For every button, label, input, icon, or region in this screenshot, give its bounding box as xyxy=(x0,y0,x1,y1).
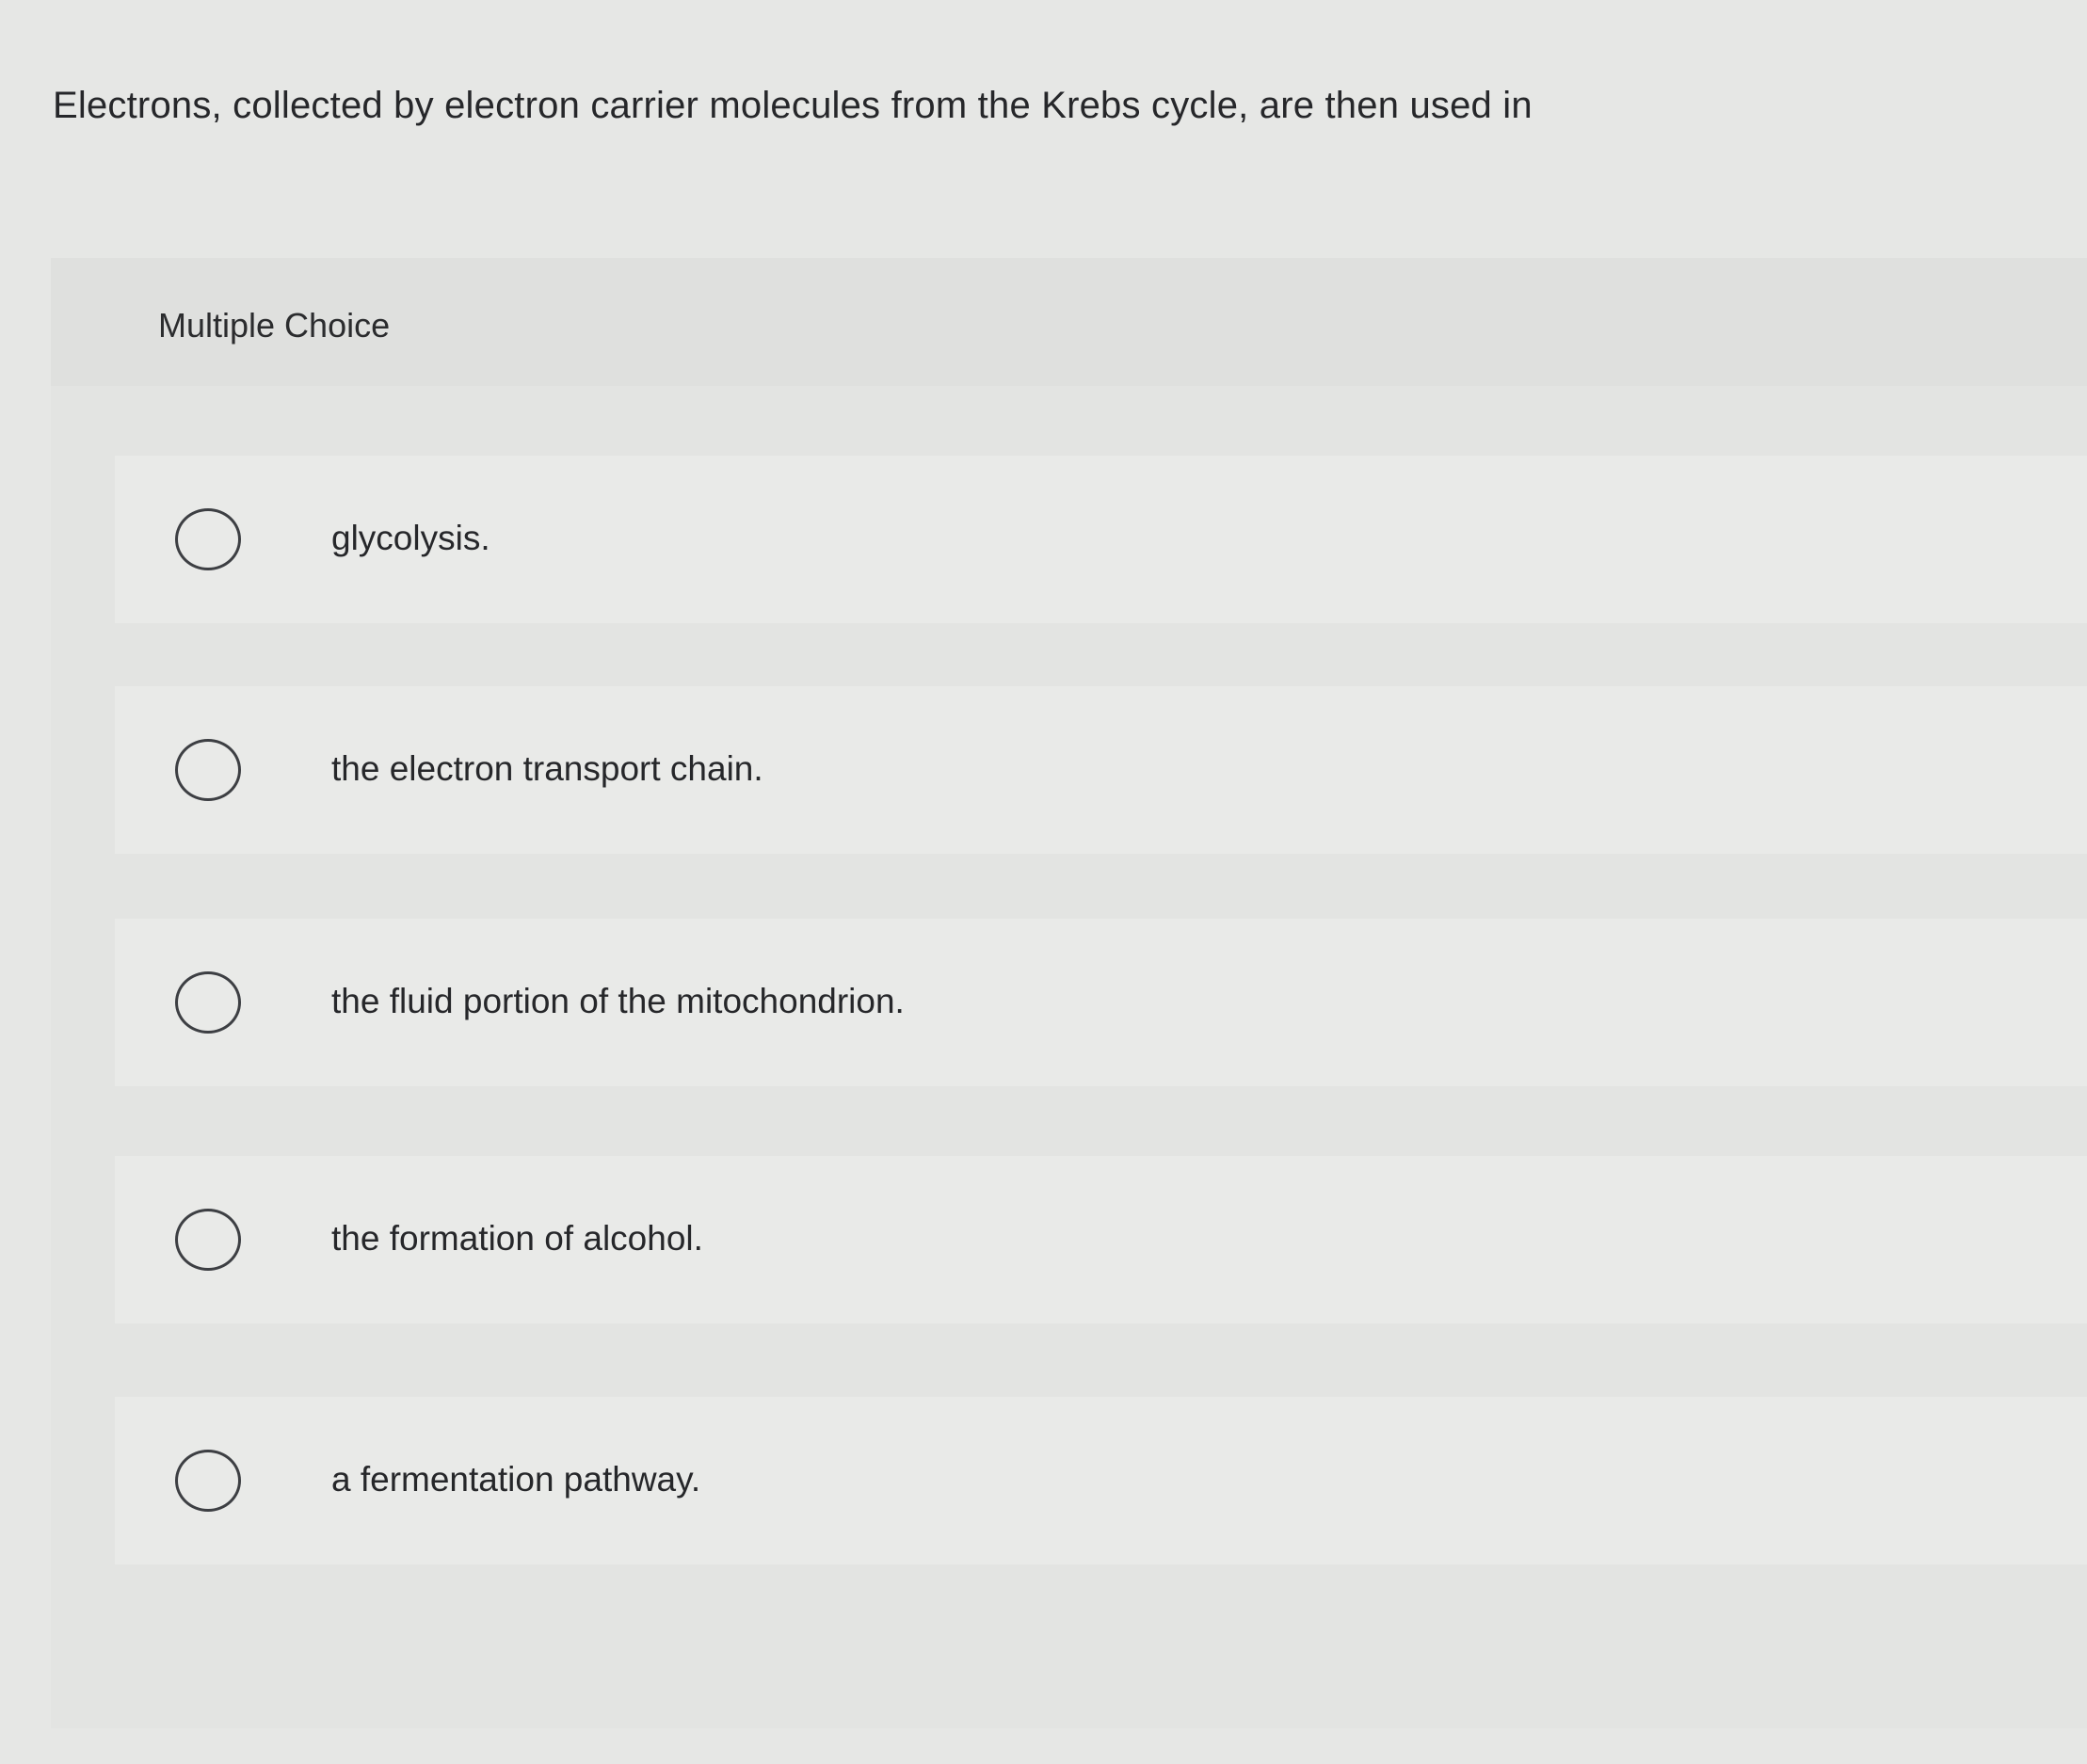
choice-label: the electron transport chain. xyxy=(331,749,763,788)
question-text: Electrons, collected by electron carrier… xyxy=(53,85,1533,126)
multiple-choice-panel: Multiple Choice glycolysis. the electron… xyxy=(51,258,2087,1728)
choice-option-1[interactable]: glycolysis. xyxy=(115,456,2087,623)
choice-option-3[interactable]: the fluid portion of the mitochondrion. xyxy=(115,919,2087,1086)
choice-option-2[interactable]: the electron transport chain. xyxy=(115,686,2087,854)
radio-button-icon[interactable] xyxy=(175,1209,241,1271)
choice-option-5[interactable]: a fermentation pathway. xyxy=(115,1397,2087,1564)
radio-button-icon[interactable] xyxy=(175,739,241,801)
choice-label: the formation of alcohol. xyxy=(331,1219,703,1258)
section-label: Multiple Choice xyxy=(158,306,391,345)
radio-button-icon[interactable] xyxy=(175,971,241,1034)
radio-button-icon[interactable] xyxy=(175,1450,241,1512)
panel-header: Multiple Choice xyxy=(51,258,2087,386)
choice-label: a fermentation pathway. xyxy=(331,1460,701,1499)
choice-label: the fluid portion of the mitochondrion. xyxy=(331,982,905,1020)
choice-option-4[interactable]: the formation of alcohol. xyxy=(115,1156,2087,1323)
radio-button-icon[interactable] xyxy=(175,508,241,570)
choice-label: glycolysis. xyxy=(331,519,490,557)
